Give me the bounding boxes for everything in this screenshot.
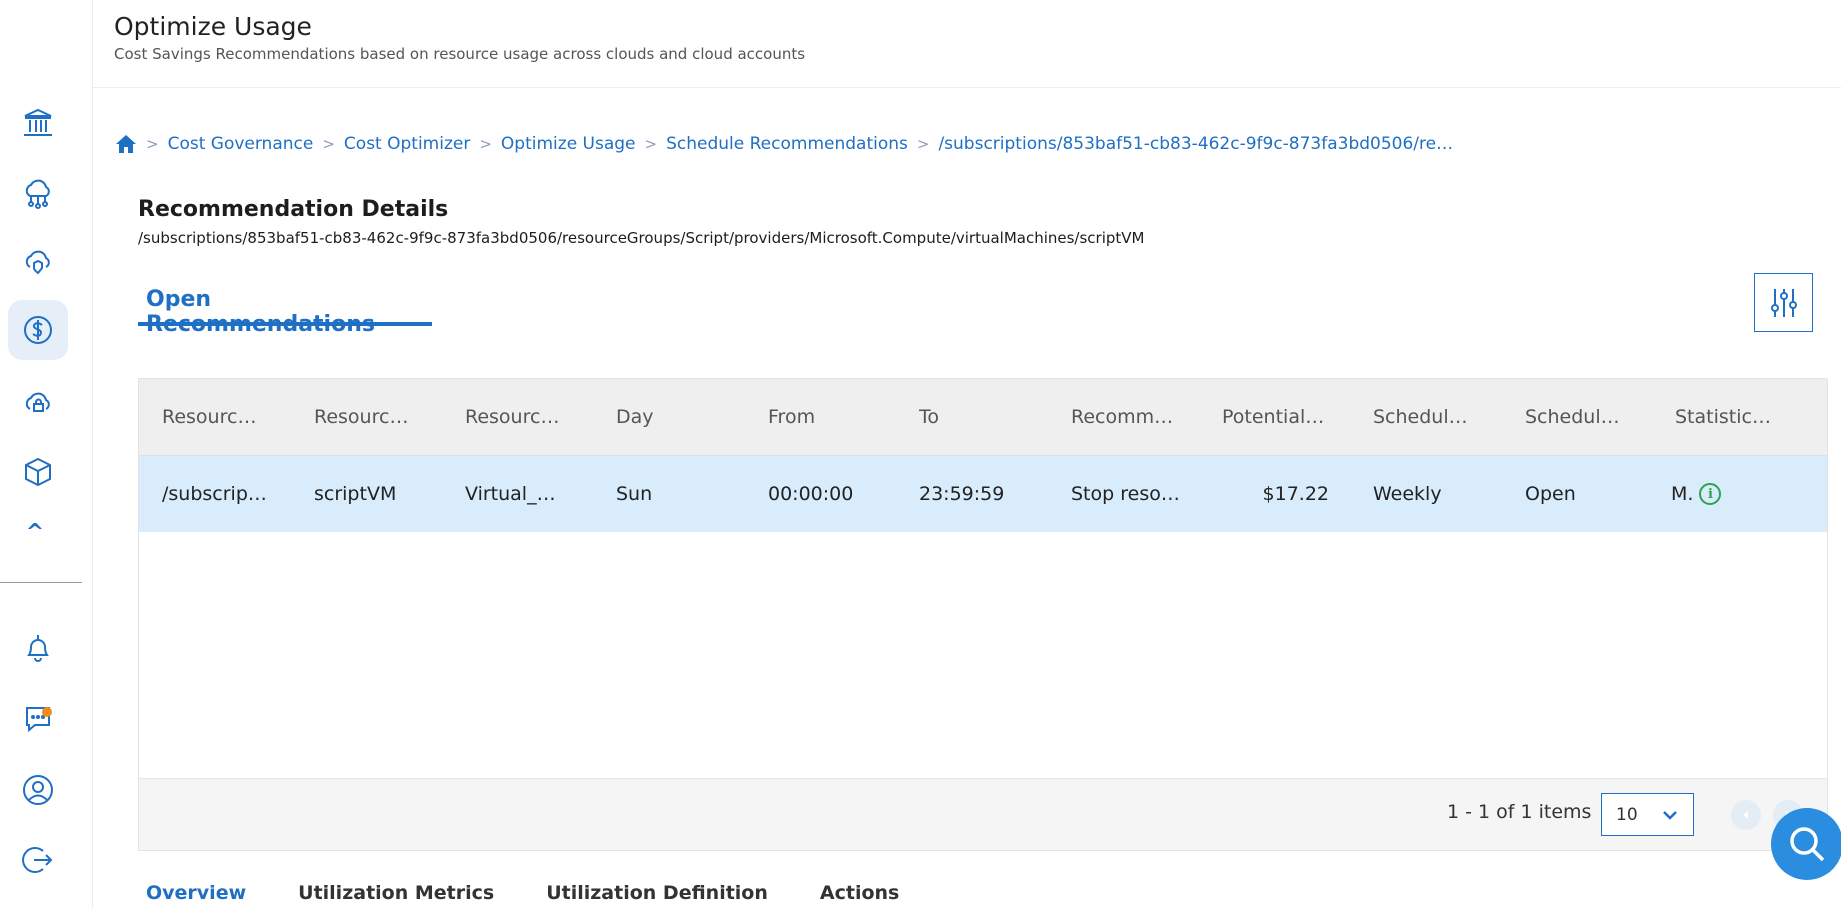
sidebar-item-cloud-shield[interactable] <box>8 232 68 292</box>
cloud-lock-icon <box>25 392 50 412</box>
column-header[interactable]: Statistic… <box>1675 379 1805 455</box>
cell-resource-name: scriptVM <box>314 483 397 505</box>
detail-tabs: Overview Utilization Metrics Utilization… <box>138 882 951 904</box>
column-header[interactable]: From <box>768 379 898 455</box>
chevron-right-icon: > <box>322 135 335 153</box>
cell-potential-savings: $17.22 <box>1262 483 1329 505</box>
breadcrumb: > Cost Governance > Cost Optimizer > Opt… <box>115 131 1458 157</box>
column-header[interactable]: Resourc… <box>465 379 595 455</box>
cell-resource-type: Virtual_… <box>465 483 556 505</box>
search-icon <box>1790 827 1825 862</box>
column-header[interactable]: To <box>919 379 1049 455</box>
sidebar: ^ <box>0 0 93 908</box>
sidebar-item-cloud-network[interactable] <box>8 163 68 223</box>
prev-page-button[interactable] <box>1731 800 1761 830</box>
page-subtitle: Cost Savings Recommendations based on re… <box>114 45 806 63</box>
breadcrumb-item-schedule-recommendations[interactable]: Schedule Recommendations <box>666 134 908 154</box>
bell-icon <box>27 635 49 662</box>
logout-icon <box>22 847 53 873</box>
page-size-value: 10 <box>1616 804 1638 825</box>
user-icon <box>23 775 53 805</box>
breadcrumb-item-cost-governance[interactable]: Cost Governance <box>168 134 314 154</box>
statistic-value: M. <box>1671 483 1694 505</box>
chevron-right-icon: > <box>644 135 658 153</box>
cell-to: 23:59:59 <box>919 483 1005 505</box>
info-icon[interactable]: i <box>1699 483 1722 505</box>
cell-from: 00:00:00 <box>768 483 854 505</box>
column-header[interactable]: Schedul… <box>1525 379 1655 455</box>
sidebar-item-cloud-lock[interactable] <box>8 372 68 432</box>
sidebar-item-cost[interactable] <box>8 300 68 360</box>
tab-actions[interactable]: Actions <box>820 882 899 904</box>
cell-status: Open <box>1525 483 1576 505</box>
breadcrumb-item-optimize-usage[interactable]: Optimize Usage <box>501 134 636 154</box>
cube-icon <box>25 457 51 487</box>
sidebar-item-governance[interactable] <box>8 93 68 153</box>
column-header[interactable]: Schedul… <box>1373 379 1503 455</box>
breadcrumb-item-cost-optimizer[interactable]: Cost Optimizer <box>344 134 470 154</box>
notification-dot <box>42 707 52 717</box>
column-header[interactable]: Resourc… <box>162 379 292 455</box>
cell-resource-id: /subscrip… <box>162 483 267 505</box>
page-size-select[interactable]: 10 <box>1601 793 1694 836</box>
cloud-shield-icon <box>25 250 50 275</box>
tab-open-recommendations[interactable]: Open Recommendations <box>138 284 432 337</box>
column-header[interactable]: Potential… <box>1222 379 1352 455</box>
tab-utilization-metrics[interactable]: Utilization Metrics <box>298 882 494 904</box>
page-header: Optimize Usage Cost Savings Recommendati… <box>93 0 1841 88</box>
chat-icon <box>26 707 50 733</box>
sidebar-item-profile[interactable] <box>8 760 68 820</box>
column-header[interactable]: Day <box>616 379 746 455</box>
search-assistant-button[interactable] <box>1771 808 1841 880</box>
details-title: Recommendation Details <box>138 197 449 222</box>
caret-left-icon <box>1743 811 1748 819</box>
table-pager: 1 - 1 of 1 items 10 <box>139 778 1827 850</box>
table-row[interactable]: /subscrip… scriptVM Virtual_… Sun 00:00:… <box>139 456 1827 532</box>
dollar-icon <box>24 316 52 344</box>
tab-label: Open Recommendations <box>146 287 375 337</box>
sidebar-item-logout[interactable] <box>8 830 68 890</box>
column-header[interactable]: Recomm… <box>1071 379 1201 455</box>
bank-icon <box>24 108 52 136</box>
cell-recommendation: Stop reso… <box>1071 483 1180 505</box>
recommendations-table: Resourc… Resourc… Resourc… Day From To R… <box>138 378 1828 851</box>
breadcrumb-item-resource: /subscriptions/853baf51-cb83-462c-9f9c-8… <box>938 134 1459 154</box>
page-title: Optimize Usage <box>114 12 312 41</box>
chevron-right-icon: > <box>479 135 492 153</box>
sidebar-item-resources[interactable] <box>8 442 68 502</box>
tab-overview[interactable]: Overview <box>146 882 246 904</box>
cloud-network-icon <box>25 179 50 209</box>
sidebar-item-chat[interactable] <box>8 688 68 748</box>
cell-schedule: Weekly <box>1373 483 1442 505</box>
chevron-right-icon: > <box>146 135 159 153</box>
cell-day: Sun <box>616 483 653 505</box>
tab-utilization-definition[interactable]: Utilization Definition <box>546 882 768 904</box>
pager-info: 1 - 1 of 1 items <box>1447 801 1592 823</box>
home-icon[interactable] <box>115 133 137 155</box>
sidebar-divider <box>0 582 82 583</box>
sidebar-item-notifications[interactable] <box>8 618 68 678</box>
column-header[interactable]: Resourc… <box>314 379 444 455</box>
sliders-icon <box>1770 288 1797 317</box>
table-header: Resourc… Resourc… Resourc… Day From To R… <box>139 379 1827 456</box>
tab-active-indicator <box>138 322 432 326</box>
filter-settings-button[interactable] <box>1754 273 1813 332</box>
details-resource-path: /subscriptions/853baf51-cb83-462c-9f9c-8… <box>138 229 1145 247</box>
chevron-right-icon: > <box>916 135 930 153</box>
collapse-chevron-icon[interactable]: ^ <box>24 522 46 544</box>
cell-statistic: M. i <box>1671 456 1801 532</box>
chevron-down-icon <box>1663 811 1677 820</box>
